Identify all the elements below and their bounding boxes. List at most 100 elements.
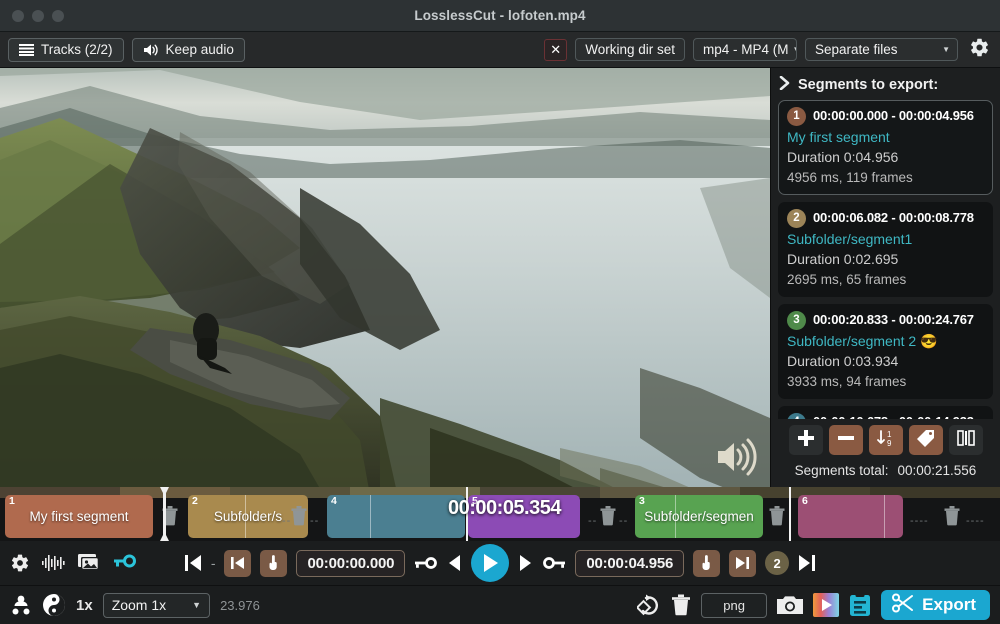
settings-gear-icon[interactable]: [10, 553, 30, 573]
keep-audio-button[interactable]: Keep audio: [132, 38, 245, 62]
timeline-segment[interactable]: 3 Subfolder/segmen: [635, 495, 763, 538]
timeline-start-handle[interactable]: [160, 487, 169, 541]
settings-button[interactable]: [966, 37, 992, 63]
timeline[interactable]: 1 My first segment 2 Subfolder/s -- -- 4: [0, 487, 1000, 541]
keep-audio-label: Keep audio: [166, 42, 234, 57]
timeline-keyframe-line: [675, 495, 676, 538]
playback-speed-label[interactable]: 1x: [76, 597, 93, 614]
remove-segment-button[interactable]: [829, 425, 863, 455]
zoom-select[interactable]: Zoom 1x ▼: [103, 593, 210, 618]
segment-card[interactable]: 3 00:00:20.833 - 00:00:24.767 Subfolder/…: [778, 304, 993, 399]
scissors-icon: [892, 593, 914, 618]
timeline-track[interactable]: 1 My first segment 2 Subfolder/s -- -- 4: [0, 495, 1000, 541]
jump-to-start-button[interactable]: [184, 553, 202, 573]
segment-name[interactable]: Subfolder/segment1: [787, 231, 984, 249]
top-toolbar: Tracks (2/2) Keep audio ✕ Working dir se…: [0, 32, 1000, 68]
working-dir-button[interactable]: Working dir set: [575, 38, 685, 61]
timeline-gap-dashes: ----: [910, 515, 929, 527]
key-left-button[interactable]: [414, 555, 438, 571]
minimize-window-button[interactable]: [32, 10, 44, 22]
waveform-icon[interactable]: [42, 554, 66, 572]
label-segment-button[interactable]: [909, 425, 943, 455]
set-cut-end-button[interactable]: [729, 550, 756, 577]
segment-card[interactable]: 2 00:00:06.082 - 00:00:08.778 Subfolder/…: [778, 202, 993, 297]
camera-icon[interactable]: [777, 595, 803, 615]
step-forward-button[interactable]: [518, 553, 533, 573]
step-back-button[interactable]: [447, 553, 462, 573]
set-end-hand-button[interactable]: [693, 550, 720, 577]
segments-list[interactable]: 1 00:00:00.000 - 00:00:04.956 My first s…: [771, 100, 1000, 419]
clipboard-icon[interactable]: [849, 593, 871, 617]
timeline-segment[interactable]: 6: [798, 495, 903, 538]
timeline-playhead[interactable]: [466, 487, 468, 541]
set-start-hand-button[interactable]: [260, 550, 287, 577]
timeline-gap-dashes: --: [282, 515, 291, 527]
segment-card[interactable]: 4 00:00:10.678 - 00:00:14.933: [778, 406, 993, 419]
segment-count-badge[interactable]: 2: [765, 551, 789, 575]
segments-panel-header[interactable]: Segments to export:: [771, 68, 1000, 100]
losslesscut-window: LosslessCut - lofoten.mp4 Tracks (2/2): [0, 0, 1000, 624]
timeline-segment[interactable]: 5: [468, 495, 580, 538]
segments-total-value: 00:00:21.556: [897, 463, 976, 478]
cut-end-timecode[interactable]: 00:00:04.956: [575, 550, 684, 577]
clear-working-dir-button[interactable]: ✕: [544, 39, 567, 61]
output-format-label: mp4 - MP4 (M: [703, 42, 789, 57]
delete-trash-icon[interactable]: [671, 594, 691, 616]
timeline-segment[interactable]: 1 My first segment: [5, 495, 153, 538]
timeline-keyframe-line: [884, 495, 885, 538]
timeline-delete-handle[interactable]: [944, 506, 960, 526]
split-segments-button[interactable]: [949, 425, 983, 455]
segment-time-range: 00:00:20.833 - 00:00:24.767: [813, 312, 974, 329]
segments-panel: Segments to export: 1 00:00:00.000 - 00:…: [770, 68, 1000, 487]
sort-segments-button[interactable]: 1 9: [869, 425, 903, 455]
window-title: LosslessCut - lofoten.mp4: [0, 8, 1000, 23]
timeline-segment[interactable]: 4: [327, 495, 465, 538]
svg-text:1: 1: [887, 430, 892, 439]
output-format-select[interactable]: mp4 - MP4 (M ▼: [693, 38, 797, 61]
play-icon: [480, 552, 500, 574]
sort-icon: 1 9: [876, 428, 896, 453]
keyframe-key-icon[interactable]: [114, 554, 136, 572]
play-button[interactable]: [471, 544, 509, 582]
yin-yang-icon[interactable]: [42, 593, 66, 617]
capture-format-select[interactable]: png: [701, 593, 767, 618]
maximize-window-button[interactable]: [52, 10, 64, 22]
thumbnails-image-icon[interactable]: [78, 554, 102, 573]
baby-icon[interactable]: [10, 594, 32, 616]
rotate-icon[interactable]: [637, 594, 661, 616]
video-frame: [0, 68, 770, 487]
export-button[interactable]: Export: [881, 590, 990, 620]
add-segment-button[interactable]: [789, 425, 823, 455]
playback-controls-bar: - 00:00:00.000 00:00:04.956: [0, 541, 1000, 585]
segments-total: Segments total: 00:00:21.556: [771, 461, 1000, 487]
timeline-segment-number: 2: [192, 495, 198, 507]
timeline-delete-handle[interactable]: [291, 506, 307, 526]
segment-number-badge: 2: [787, 209, 806, 228]
segment-row-header: 2 00:00:06.082 - 00:00:08.778: [787, 209, 984, 228]
tag-icon: [916, 428, 936, 453]
controls-left-icons: [10, 553, 240, 573]
cut-start-timecode[interactable]: 00:00:00.000: [296, 550, 405, 577]
timeline-marker[interactable]: [789, 487, 791, 541]
segment-number-badge: 1: [787, 107, 806, 126]
video-player[interactable]: [0, 68, 770, 487]
chevron-right-icon[interactable]: [779, 76, 791, 94]
timeline-delete-handle[interactable]: [600, 506, 616, 526]
output-mode-select[interactable]: Separate files ▼: [805, 38, 958, 61]
split-icon: [956, 428, 976, 453]
set-cut-start-button[interactable]: [224, 550, 251, 577]
segment-name[interactable]: My first segment: [787, 129, 984, 147]
timeline-delete-handle[interactable]: [769, 506, 785, 526]
segment-name[interactable]: Subfolder/segment 2 😎: [787, 333, 984, 351]
segments-header-label: Segments to export:: [798, 77, 938, 93]
main-area: Segments to export: 1 00:00:00.000 - 00:…: [0, 68, 1000, 487]
segment-card[interactable]: 1 00:00:00.000 - 00:00:04.956 My first s…: [778, 100, 993, 195]
tracks-button[interactable]: Tracks (2/2): [8, 38, 124, 62]
chevron-down-icon: ▼: [942, 45, 950, 54]
chevron-down-icon: ▼: [793, 45, 797, 54]
close-window-button[interactable]: [12, 10, 24, 22]
volume-icon[interactable]: [714, 437, 758, 477]
jump-to-end-button[interactable]: [798, 553, 816, 573]
preview-color-play-icon[interactable]: [813, 593, 839, 617]
key-right-button[interactable]: [542, 555, 566, 571]
